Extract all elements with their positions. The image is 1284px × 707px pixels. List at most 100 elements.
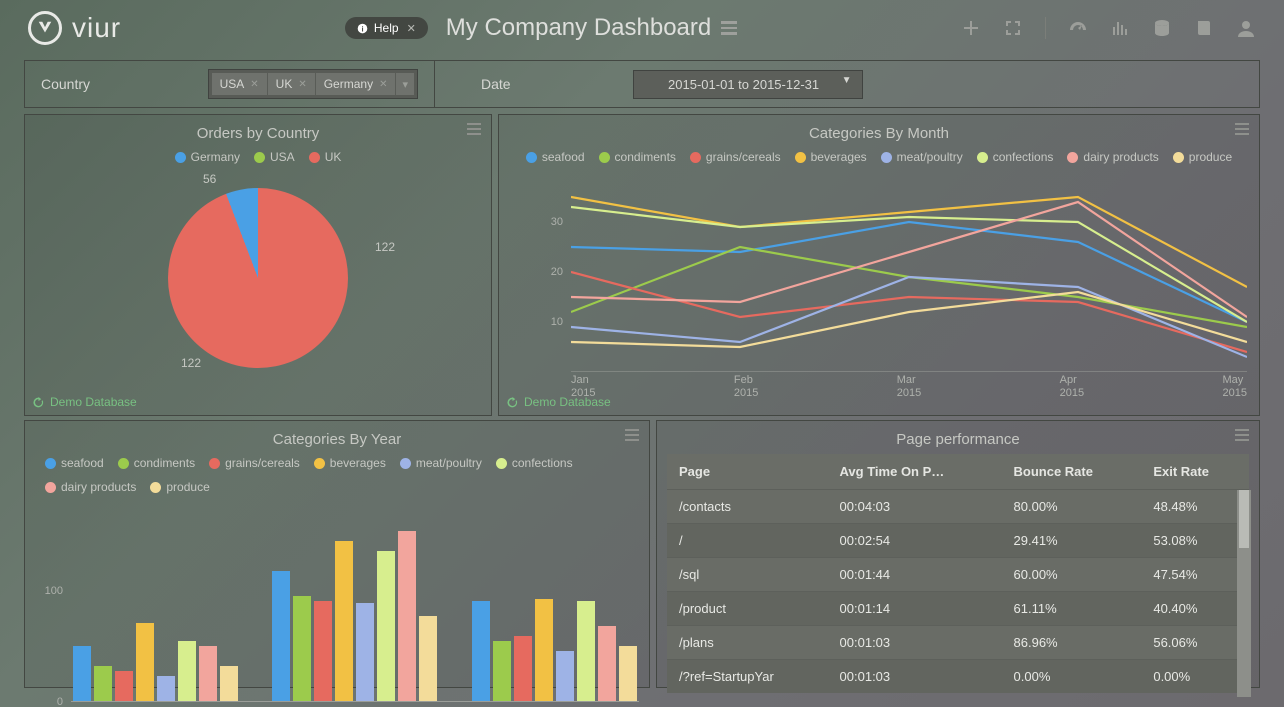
performance-table: PageAvg Time On P…Bounce RateExit Rate /… (667, 454, 1249, 693)
swatch-icon (1067, 152, 1078, 163)
x-tick: Feb2015 (734, 374, 758, 402)
menu-icon[interactable] (721, 21, 737, 35)
table-row[interactable]: /product00:01:1461.11%40.40% (667, 592, 1249, 626)
book-icon[interactable] (1194, 18, 1214, 38)
close-icon[interactable]: ✕ (298, 79, 306, 90)
bar (356, 603, 374, 701)
legend-item[interactable]: condiments (118, 456, 195, 470)
refresh-icon (33, 397, 44, 408)
panel-menu-icon[interactable] (467, 123, 481, 135)
legend-item[interactable]: dairy products (1067, 150, 1158, 164)
legend-item[interactable]: UK (309, 150, 342, 164)
legend-item[interactable]: seafood (45, 456, 104, 470)
close-icon[interactable]: ✕ (250, 79, 258, 90)
legend-item[interactable]: dairy products (45, 480, 136, 494)
toolbar-right (961, 17, 1256, 39)
scrollbar[interactable] (1237, 490, 1251, 697)
table-header[interactable]: Avg Time On P… (828, 454, 1002, 490)
bar (178, 641, 196, 701)
panel-title: Page performance (657, 431, 1259, 448)
table-row[interactable]: /sql00:01:4460.00%47.54% (667, 558, 1249, 592)
table-row[interactable]: /00:02:5429.41%53.08% (667, 524, 1249, 558)
legend-item[interactable]: Germany (175, 150, 240, 164)
bar (398, 531, 416, 701)
y-tick: 0 (57, 696, 63, 707)
bar (556, 651, 574, 701)
gauge-icon[interactable] (1068, 18, 1088, 38)
filter-bar: Country USA✕ UK✕ Germany✕ ▾ Date 2015-01… (24, 60, 1260, 108)
bar (314, 601, 332, 701)
legend-item[interactable]: beverages (314, 456, 386, 470)
bar (514, 636, 532, 701)
panel-menu-icon[interactable] (1235, 123, 1249, 135)
swatch-icon (309, 152, 320, 163)
info-icon: i (357, 23, 368, 34)
legend-item[interactable]: meat/poultry (881, 150, 963, 164)
legend-item[interactable]: produce (1173, 150, 1232, 164)
bar (94, 666, 112, 701)
logo-mark-icon (28, 11, 62, 45)
table-row[interactable]: /contacts00:04:0380.00%48.48% (667, 490, 1249, 524)
brand-text: viur (72, 12, 121, 44)
table-row[interactable]: /plans00:01:0386.96%56.06% (667, 626, 1249, 660)
pie-label-uk: 56 (203, 172, 216, 186)
brand-logo[interactable]: viur (28, 11, 121, 45)
bar (115, 671, 133, 701)
bar (619, 646, 637, 701)
chip-germany[interactable]: Germany✕ (316, 73, 397, 95)
legend-item[interactable]: produce (150, 480, 209, 494)
swatch-icon (254, 152, 265, 163)
add-chip-button[interactable]: ▾ (396, 73, 414, 95)
plus-icon[interactable] (961, 18, 981, 38)
swatch-icon (45, 482, 56, 493)
close-icon[interactable]: ✕ (407, 22, 416, 35)
line-legend: seafood condiments grains/cereals beverages… (499, 146, 1259, 168)
help-button[interactable]: i Help ✕ (345, 17, 428, 39)
expand-icon[interactable] (1003, 18, 1023, 38)
panel-title: Orders by Country (25, 125, 491, 142)
country-chipbox[interactable]: USA✕ UK✕ Germany✕ ▾ (208, 69, 418, 99)
y-tick: 30 (551, 216, 563, 228)
svg-text:i: i (361, 24, 363, 33)
bar-chart-icon[interactable] (1110, 18, 1130, 38)
scrollbar-thumb[interactable] (1239, 490, 1249, 548)
help-label: Help (374, 21, 399, 35)
legend-item[interactable]: condiments (599, 150, 676, 164)
table-row[interactable]: /?ref=StartupYar00:01:030.00%0.00% (667, 660, 1249, 694)
close-icon[interactable]: ✕ (379, 79, 387, 90)
y-tick: 20 (551, 266, 563, 278)
table-header[interactable]: Bounce Rate (1002, 454, 1142, 490)
date-range-select[interactable]: 2015-01-01 to 2015-12-31 ▼ (633, 70, 863, 99)
swatch-icon (599, 152, 610, 163)
pie-label-germany: 122 (375, 240, 395, 254)
legend-item[interactable]: beverages (795, 150, 867, 164)
chip-usa[interactable]: USA✕ (212, 73, 268, 95)
x-tick: Mar2015 (897, 374, 921, 402)
panel-footer[interactable]: Demo Database (33, 395, 137, 409)
bar (577, 601, 595, 701)
legend-item[interactable]: meat/poultry (400, 456, 482, 470)
y-tick: 10 (551, 316, 563, 328)
legend-item[interactable]: seafood (526, 150, 585, 164)
legend-item[interactable]: confections (977, 150, 1054, 164)
table-header[interactable]: Page (667, 454, 828, 490)
panel-menu-icon[interactable] (1235, 429, 1249, 441)
bar (598, 626, 616, 701)
chip-uk[interactable]: UK✕ (268, 73, 316, 95)
legend-item[interactable]: grains/cereals (690, 150, 781, 164)
bar (272, 571, 290, 701)
panel-categories-by-year: Categories By Year seafood condiments grai… (24, 420, 650, 688)
legend-item[interactable]: USA (254, 150, 295, 164)
user-icon[interactable] (1236, 18, 1256, 38)
legend-item[interactable]: grains/cereals (209, 456, 300, 470)
panel-menu-icon[interactable] (625, 429, 639, 441)
table-header[interactable]: Exit Rate (1141, 454, 1249, 490)
bar-group (73, 623, 238, 701)
panel-title: Categories By Year (25, 431, 649, 448)
swatch-icon (209, 458, 220, 469)
bar (157, 676, 175, 701)
database-icon[interactable] (1152, 18, 1172, 38)
dashboard-title: My Company Dashboard (446, 14, 737, 42)
legend-item[interactable]: confections (496, 456, 573, 470)
panel-footer[interactable]: Demo Database (507, 395, 611, 409)
